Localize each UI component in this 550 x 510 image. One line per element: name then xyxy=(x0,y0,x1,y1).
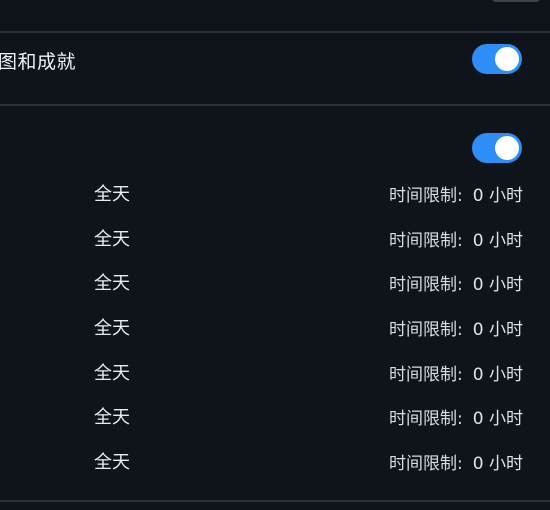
time-limit: 时间限制: 0 小时 xyxy=(389,404,523,429)
day-range-text: 全天 xyxy=(94,228,130,250)
divider-bottom xyxy=(0,500,550,502)
schedule-row[interactable]: 全天 时间限制: 0 小时 xyxy=(0,349,550,394)
time-limit-value: 0 小时 xyxy=(472,230,523,251)
schedule-row[interactable]: 全天 时间限制: 0 小时 xyxy=(0,393,550,438)
time-limit-value: 0 小时 xyxy=(472,364,523,385)
schedule-row[interactable]: 全天 时间限制: 0 小时 xyxy=(0,304,550,349)
time-limit: 时间限制: 0 小时 xyxy=(389,270,523,295)
time-limit-value: 0 小时 xyxy=(472,186,523,206)
time-limit: 时间限制: 0 小时 xyxy=(389,315,523,340)
schedule-setting-row xyxy=(0,106,550,163)
day-range-text: 全天 xyxy=(94,273,130,295)
time-limit-label: 时间限制: xyxy=(389,230,463,251)
time-limit-label: 时间限制: xyxy=(389,364,463,385)
time-limit-label: 时间限制: xyxy=(389,275,463,296)
achievements-setting-label: 图和成就 xyxy=(0,51,77,73)
schedule-toggle[interactable] xyxy=(472,133,522,163)
day-range-text: 全天 xyxy=(94,452,130,474)
time-limit-value: 0 小时 xyxy=(472,275,523,296)
time-limit-value: 0 小时 xyxy=(472,454,523,475)
day-range-text: 全天 xyxy=(94,407,130,429)
time-limit-value: 0 小时 xyxy=(472,320,523,341)
schedule-row[interactable]: 全天 时间限制: 0 小时 xyxy=(0,438,550,483)
schedule-row[interactable]: 全天 时间限制: 0 小时 xyxy=(0,215,550,260)
schedule-list: 全天 时间限制: 0 小时 全天 时间限制: 0 小时 全天 时间限制: 0 小时 全… xyxy=(0,170,550,483)
achievements-setting-row: 图和成就 xyxy=(0,32,550,88)
toggle-knob xyxy=(495,47,519,71)
achievements-toggle[interactable] xyxy=(472,44,522,74)
time-limit: 时间限制: 0 小时 xyxy=(389,449,523,474)
settings-screen: 图和成就 全天 时间限制: 0 小时 全天 时间限制: 0 小时 全天 时间限制: 0… xyxy=(0,0,550,510)
day-range-text: 全天 xyxy=(94,318,130,340)
time-limit-label: 时间限制: xyxy=(389,454,463,475)
time-limit: 时间限制: 0 小时 xyxy=(389,360,523,385)
time-limit-label: 时间限制: xyxy=(389,409,463,430)
day-range-text: 全天 xyxy=(94,184,130,205)
time-limit-value: 0 小时 xyxy=(472,409,523,430)
toggle-knob xyxy=(495,136,519,160)
schedule-row[interactable]: 全天 时间限制: 0 小时 xyxy=(0,259,550,304)
time-limit: 时间限制: 0 小时 xyxy=(389,181,523,206)
time-limit: 时间限制: 0 小时 xyxy=(389,226,523,251)
day-range-text: 全天 xyxy=(94,362,130,384)
time-limit-label: 时间限制: xyxy=(389,320,463,341)
time-limit-label: 时间限制: xyxy=(389,186,463,206)
schedule-row[interactable]: 全天 时间限制: 0 小时 xyxy=(0,170,550,215)
cut-off-control xyxy=(492,0,540,2)
